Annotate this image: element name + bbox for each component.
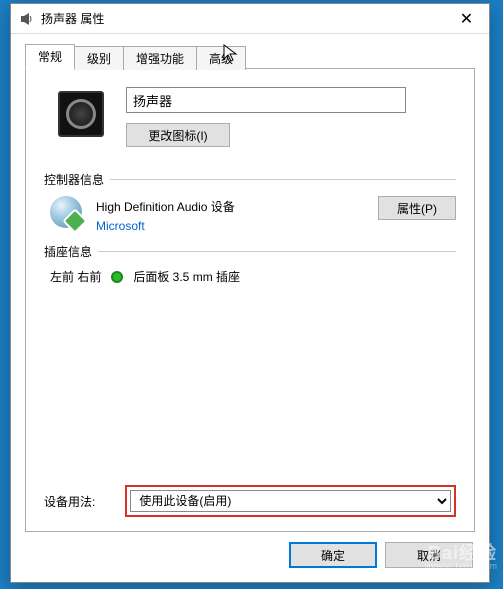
change-icon-button[interactable]: 更改图标(I)	[126, 123, 230, 147]
device-large-icon	[58, 91, 104, 137]
window-title: 扬声器 属性	[41, 10, 444, 27]
jack-info-section: 插座信息 左前 右前 后面板 3.5 mm 插座	[44, 243, 456, 285]
controller-properties-button[interactable]: 属性(P)	[378, 196, 456, 220]
controller-device-name: High Definition Audio 设备	[96, 198, 364, 215]
tabpanel-general: 更改图标(I) 控制器信息 High Definition Audio 设备 M…	[25, 68, 475, 532]
tab-levels[interactable]: 级别	[74, 46, 124, 70]
close-button[interactable]: ✕	[444, 4, 489, 34]
controller-section-title: 控制器信息	[44, 171, 104, 188]
titlebar[interactable]: 扬声器 属性 ✕	[11, 4, 489, 34]
tab-enhancements[interactable]: 增强功能	[123, 46, 197, 70]
jack-section-title: 插座信息	[44, 243, 92, 260]
close-icon: ✕	[460, 9, 473, 29]
dialog-footer: 确定 取消	[11, 532, 489, 582]
tabstrip: 常规 级别 增强功能 高级	[25, 44, 475, 68]
device-usage-select[interactable]: 使用此设备(启用)	[130, 490, 451, 512]
speaker-properties-dialog: 扬声器 属性 ✕ 常规 级别 增强功能 高级 更改图标(I) 控制器信息	[10, 3, 490, 583]
tab-advanced[interactable]: 高级	[196, 46, 246, 70]
controller-info-section: 控制器信息 High Definition Audio 设备 Microsoft…	[44, 171, 456, 233]
controller-manufacturer-link[interactable]: Microsoft	[96, 219, 364, 233]
jack-color-indicator	[111, 271, 123, 283]
speaker-icon	[19, 11, 35, 27]
highlight-box: 使用此设备(启用)	[125, 485, 456, 517]
jack-channels: 左前 右前	[50, 268, 101, 285]
device-usage-row: 设备用法: 使用此设备(启用)	[44, 485, 456, 517]
tab-general[interactable]: 常规	[25, 44, 75, 69]
divider	[110, 179, 456, 180]
jack-description: 后面板 3.5 mm 插座	[133, 268, 240, 285]
device-name-input[interactable]	[126, 87, 406, 113]
ok-button[interactable]: 确定	[289, 542, 377, 568]
cancel-button[interactable]: 取消	[385, 542, 473, 568]
controller-icon	[50, 196, 82, 228]
device-usage-label: 设备用法:	[44, 493, 95, 510]
divider	[98, 251, 456, 252]
